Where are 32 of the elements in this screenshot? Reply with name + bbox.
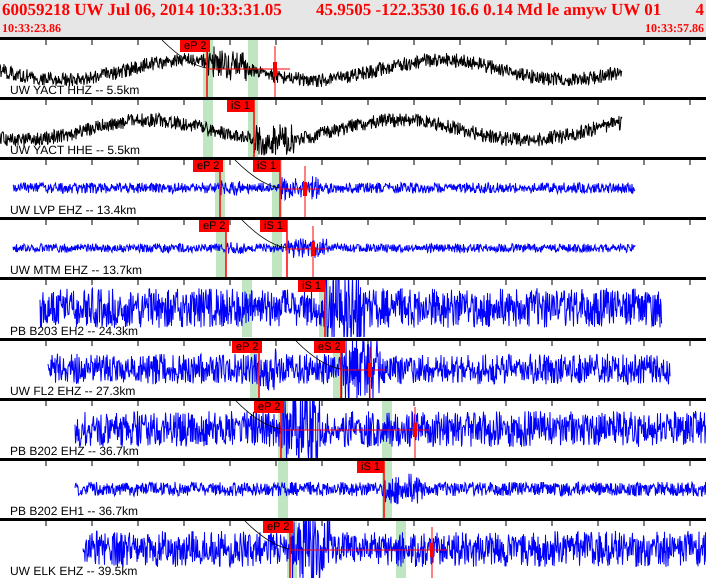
pick-label[interactable]: eP 2 [254, 400, 284, 413]
pick-label[interactable]: iS 1 [260, 220, 287, 232]
pick-line [383, 460, 385, 518]
station-label: UW MTM EHZ -- 13.7km [10, 263, 142, 278]
pick-line [279, 160, 281, 218]
station-label: UW ELK EHZ -- 39.5km [10, 564, 138, 578]
pick-label[interactable]: eS 2 [314, 340, 345, 353]
station-label: UW YACT HHZ -- 5.5km [10, 83, 140, 98]
pick-label[interactable]: eP 2 [180, 40, 210, 52]
pick-label[interactable]: eP 2 [199, 220, 230, 232]
station-label: UW YACT HHE -- 5.5km [10, 143, 140, 158]
station-label: PB B203 EH2 -- 24.3km [10, 324, 138, 338]
end-time: 10:33:57.86 [645, 21, 704, 36]
pick-label[interactable]: eP 2 [263, 520, 294, 533]
pick-label[interactable]: iS 1 [253, 160, 280, 172]
station-label: UW FL2 EHZ -- 27.3km [10, 384, 136, 398]
pick-line [286, 220, 288, 278]
pick-line [253, 100, 255, 158]
pick-label[interactable]: eP 2 [193, 160, 224, 172]
start-time: 10:33:23.86 [2, 21, 61, 36]
pick-line [324, 280, 326, 338]
pick-label[interactable]: eP 2 [232, 340, 262, 353]
event-count: 4 [695, 0, 704, 20]
station-label: PB B202 EHZ -- 36.7km [10, 444, 139, 458]
pick-label[interactable]: iS 1 [227, 100, 254, 112]
event-id: 60059218 UW Jul 06, 2014 10:33:31.05 [2, 0, 282, 20]
station-label: UW LVP EHZ -- 13.4km [10, 203, 136, 218]
event-location: 45.9505 -122.3530 16.6 0.14 Md le amyw UW 01 [316, 0, 662, 20]
pick-label[interactable]: iS 1 [357, 460, 384, 473]
station-label: PB B202 EH1 -- 36.7km [10, 504, 138, 518]
pick-label[interactable]: iS 1 [298, 280, 325, 292]
arrival-band [203, 100, 213, 158]
